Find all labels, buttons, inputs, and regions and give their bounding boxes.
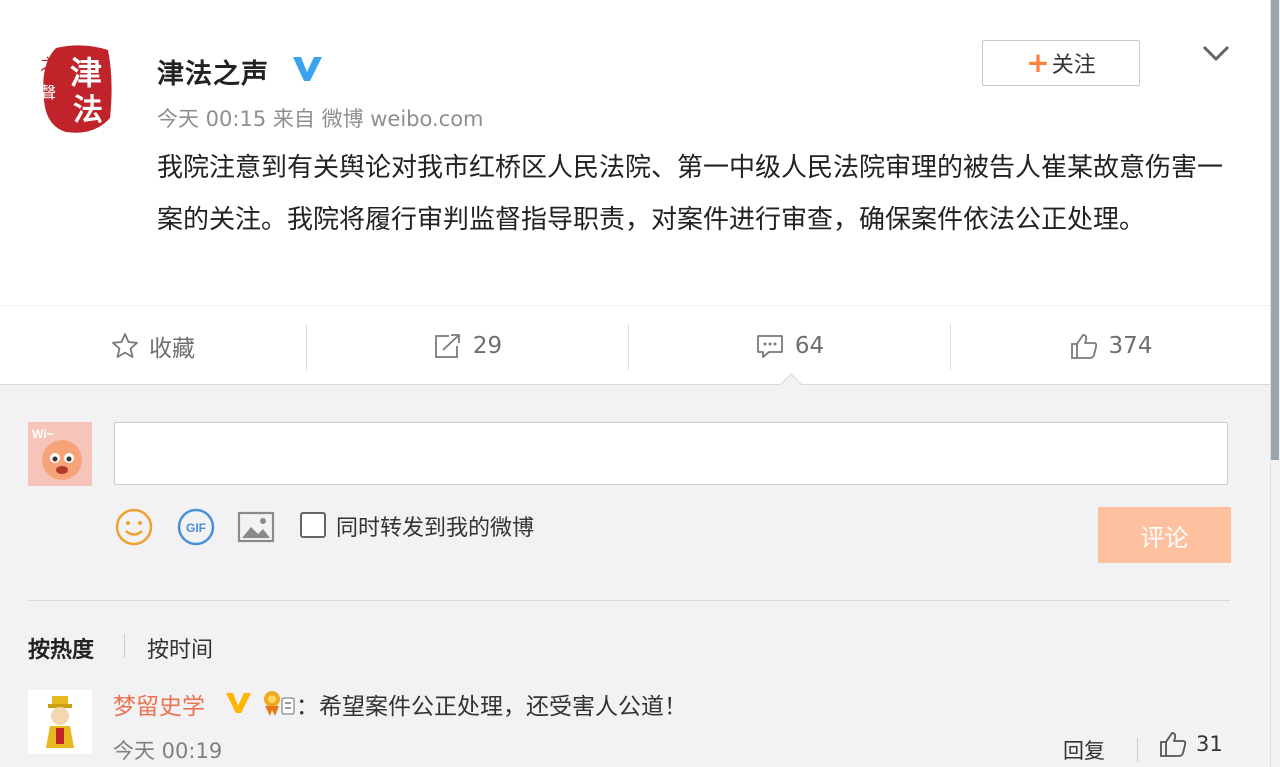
repost-icon — [434, 334, 460, 358]
gif-icon[interactable]: GIF — [176, 507, 216, 547]
reply-button[interactable]: 回复 — [1063, 735, 1105, 765]
plus-icon: + — [1026, 46, 1050, 79]
gif-icon-text: GIF — [186, 521, 206, 535]
post-action-bar: 收藏 29 64 374 — [0, 305, 1270, 385]
commenter-avatar[interactable] — [28, 690, 92, 754]
author-name[interactable]: 津法之声 — [157, 52, 269, 91]
my-avatar-text: Wi~ — [32, 427, 54, 441]
medal-icon[interactable] — [261, 688, 297, 718]
comment-icon — [756, 335, 783, 358]
post-source-app[interactable]: 微博 weibo.com — [322, 107, 484, 131]
repost-count: 29 — [472, 333, 503, 359]
avatar-glyph-2: 法 — [73, 93, 103, 128]
chevron-down-icon[interactable] — [1198, 38, 1234, 68]
comment-like-button[interactable]: 31 — [1158, 730, 1223, 758]
post-source-prefix: 来自 — [272, 107, 315, 131]
follow-label: 关注 — [1051, 53, 1096, 78]
commenter-name[interactable]: 梦留史学 — [113, 687, 205, 721]
comment-action-divider — [1137, 738, 1138, 762]
weibo-post: 津 法 之 聲 津法之声 今天 00:15 来自 微博 weibo.com 我院… — [0, 0, 1280, 305]
post-time[interactable]: 今天 00:15 — [157, 107, 266, 131]
favorite-button[interactable]: 收藏 — [0, 306, 306, 386]
my-avatar[interactable]: Wi~ — [28, 422, 92, 486]
avatar-glyph-4: 聲 — [40, 83, 56, 102]
section-divider — [28, 600, 1230, 601]
author-avatar[interactable]: 津 法 之 聲 — [36, 40, 116, 140]
like-button[interactable]: 374 — [951, 306, 1270, 386]
scrollbar-thumb[interactable] — [1271, 0, 1279, 460]
post-body-text: 我院注意到有关舆论对我市红桥区人民法院、第一中级人民法院审理的被告人崔某故意伤害… — [157, 153, 1224, 235]
follow-button[interactable]: + 关注 — [982, 40, 1140, 86]
repost-button[interactable]: 29 — [307, 306, 628, 386]
avatar-glyph-3: 之 — [40, 55, 56, 74]
comment-like-count: 31 — [1196, 732, 1223, 756]
emoji-icon[interactable] — [114, 507, 154, 547]
post-meta: 今天 00:15 来自 微博 weibo.com — [157, 103, 484, 133]
avatar-glyph-1: 津 — [70, 54, 102, 92]
sort-by-time-tab[interactable]: 按时间 — [147, 632, 213, 664]
repost-checkbox-label[interactable]: 同时转发到我的微博 — [336, 510, 534, 542]
comment-time: 今天 00:19 — [113, 739, 223, 763]
repost-checkbox[interactable] — [300, 512, 326, 538]
verified-v-icon — [226, 693, 251, 713]
sort-by-hot-tab[interactable]: 按热度 — [28, 632, 94, 664]
comment-text: ：希望案件公正处理，还受害人公道！ — [296, 694, 687, 720]
thumbs-up-icon — [1070, 334, 1097, 359]
like-count: 374 — [1108, 333, 1153, 359]
thumbs-up-icon — [1160, 732, 1187, 757]
submit-comment-button[interactable]: 评论 — [1098, 507, 1231, 563]
comment-count: 64 — [794, 333, 825, 359]
sort-divider — [124, 634, 125, 658]
verified-v-icon — [293, 57, 322, 81]
comment-input[interactable] — [114, 422, 1228, 485]
favorite-label: 收藏 — [149, 336, 195, 362]
image-icon[interactable] — [236, 507, 276, 547]
star-icon — [112, 333, 138, 358]
